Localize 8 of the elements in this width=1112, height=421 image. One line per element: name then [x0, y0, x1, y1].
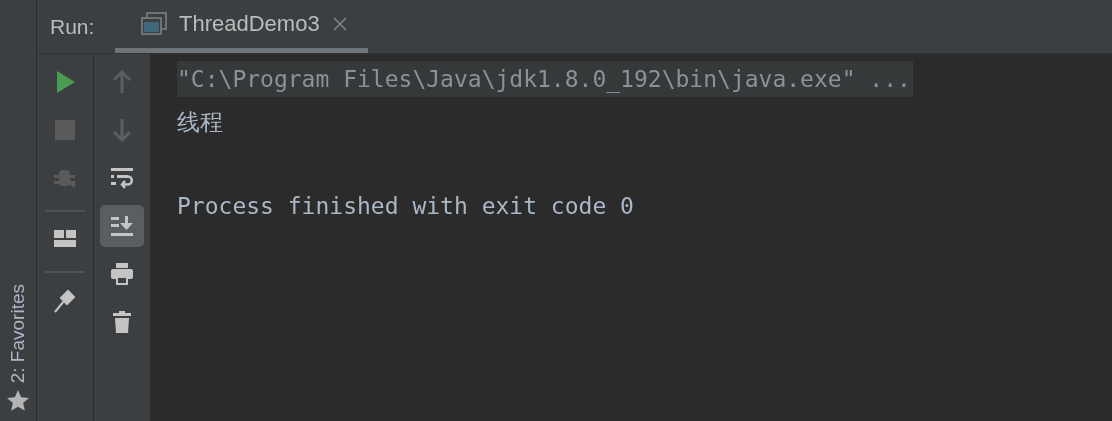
scroll-to-end-icon[interactable]	[100, 205, 144, 247]
output-line: Process finished with exit code 0	[177, 192, 634, 221]
close-icon[interactable]	[331, 16, 348, 32]
run-label: Run:	[50, 14, 96, 39]
favorites-tab[interactable]: 2: Favorites	[7, 283, 29, 383]
output-line: 线程	[177, 108, 223, 137]
star-icon	[6, 389, 30, 413]
window-icon	[141, 12, 167, 36]
